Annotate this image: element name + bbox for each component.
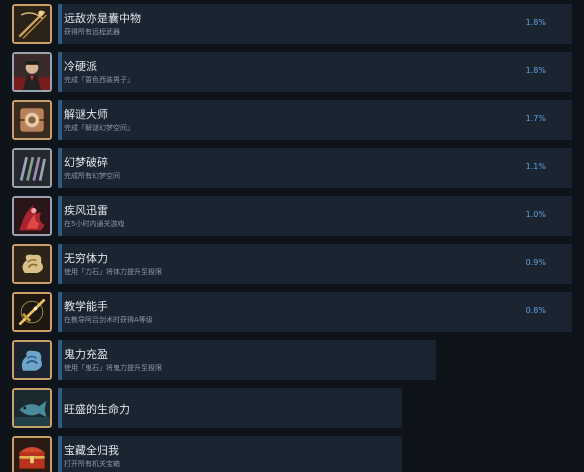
bow-weapons-icon — [12, 4, 52, 44]
achievement-panel: 疾风迅雷 在5小时内通关游戏 1.0% — [58, 196, 572, 236]
progress-bar — [58, 244, 62, 284]
progress-bar — [58, 100, 62, 140]
unlock-percentage: 1.0% — [525, 210, 546, 219]
achievement-panel: 幻梦破碎 完成所有幻梦空间 1.1% — [58, 148, 572, 188]
unlock-percentage: 1.8% — [525, 18, 546, 27]
unlock-percentage: 1.8% — [525, 66, 546, 75]
achievement-panel: 鬼力充盈 使用「鬼石」将鬼力提升至极限 — [58, 340, 436, 380]
fish-icon — [12, 388, 52, 428]
achievement-row[interactable]: 解谜大师 完成「解谜幻梦空间」 1.7% — [0, 96, 584, 144]
progress-bar — [58, 436, 62, 472]
golden-sword-icon — [12, 292, 52, 332]
achievement-title: 无穷体力 — [64, 252, 108, 265]
achievement-description: 使用「鬼石」将鬼力提升至极限 — [64, 364, 162, 372]
achievement-row[interactable]: 鬼力充盈 使用「鬼石」将鬼力提升至极限 — [0, 336, 584, 384]
red-flame-warrior-icon — [12, 196, 52, 236]
achievement-panel: 宝藏全归我 打开所有机关宝箱 — [58, 436, 402, 472]
achievement-title: 幻梦破碎 — [64, 156, 108, 169]
achievement-panel: 解谜大师 完成「解谜幻梦空间」 1.7% — [58, 100, 572, 140]
achievement-title: 远敌亦是囊中物 — [64, 12, 141, 25]
achievement-description: 完成「解谜幻梦空间」 — [64, 124, 134, 132]
achievement-title: 冷硬派 — [64, 60, 97, 73]
achievement-row[interactable]: 远敌亦是囊中物 获得所有远程武器 1.8% — [0, 0, 584, 48]
unlock-percentage: 0.9% — [525, 258, 546, 267]
achievement-title: 宝藏全归我 — [64, 444, 119, 457]
unlock-percentage: 1.1% — [525, 162, 546, 171]
achievement-description: 使用「力石」将体力提升至极限 — [64, 268, 162, 276]
achievement-row[interactable]: 无穷体力 使用「力石」将体力提升至极限 0.9% — [0, 240, 584, 288]
achievement-description: 在教导阿吕剑术时获得A等级 — [64, 316, 153, 324]
stamina-stone-icon — [12, 244, 52, 284]
achievement-row[interactable]: 冷硬派 完成「蔷色西装男子」 1.8% — [0, 48, 584, 96]
spirit-stone-icon — [12, 340, 52, 380]
man-in-suit-icon — [12, 52, 52, 92]
progress-bar — [58, 340, 62, 380]
achievement-description: 完成「蔷色西装男子」 — [64, 76, 134, 84]
progress-bar — [58, 4, 62, 44]
progress-bar — [58, 292, 62, 332]
unlock-percentage: 0.8% — [525, 306, 546, 315]
treasure-chest-icon — [12, 436, 52, 472]
achievement-title: 解谜大师 — [64, 108, 108, 121]
achievement-row[interactable]: 旺盛的生命力 — [0, 384, 584, 432]
achievement-title: 教学能手 — [64, 300, 108, 313]
achievement-panel: 无穷体力 使用「力石」将体力提升至极限 0.9% — [58, 244, 572, 284]
achievement-title: 鬼力充盈 — [64, 348, 108, 361]
unlock-percentage: 1.7% — [525, 114, 546, 123]
achievement-row[interactable]: 幻梦破碎 完成所有幻梦空间 1.1% — [0, 144, 584, 192]
achievement-description: 打开所有机关宝箱 — [64, 460, 120, 468]
achievement-description: 在5小时内通关游戏 — [64, 220, 125, 228]
achievement-panel: 旺盛的生命力 — [58, 388, 402, 428]
achievement-row[interactable]: 宝藏全归我 打开所有机关宝箱 — [0, 432, 584, 472]
crystal-shards-icon — [12, 148, 52, 188]
progress-bar — [58, 52, 62, 92]
achievement-panel: 远敌亦是囊中物 获得所有远程武器 1.8% — [58, 4, 572, 44]
achievement-panel: 教学能手 在教导阿吕剑术时获得A等级 0.8% — [58, 292, 572, 332]
achievement-row[interactable]: 疾风迅雷 在5小时内通关游戏 1.0% — [0, 192, 584, 240]
progress-bar — [58, 196, 62, 236]
achievement-row[interactable]: 教学能手 在教导阿吕剑术时获得A等级 0.8% — [0, 288, 584, 336]
achievement-list: 远敌亦是囊中物 获得所有远程武器 1.8% 冷硬派 完成「蔷色西装男子」 1.8… — [0, 0, 584, 472]
achievement-panel: 冷硬派 完成「蔷色西装男子」 1.8% — [58, 52, 572, 92]
progress-bar — [58, 388, 62, 428]
achievement-title: 疾风迅雷 — [64, 204, 108, 217]
achievement-description: 获得所有远程武器 — [64, 28, 120, 36]
achievement-description: 完成所有幻梦空间 — [64, 172, 120, 180]
puzzle-box-icon — [12, 100, 52, 140]
progress-bar — [58, 148, 62, 188]
achievement-title: 旺盛的生命力 — [64, 403, 130, 416]
